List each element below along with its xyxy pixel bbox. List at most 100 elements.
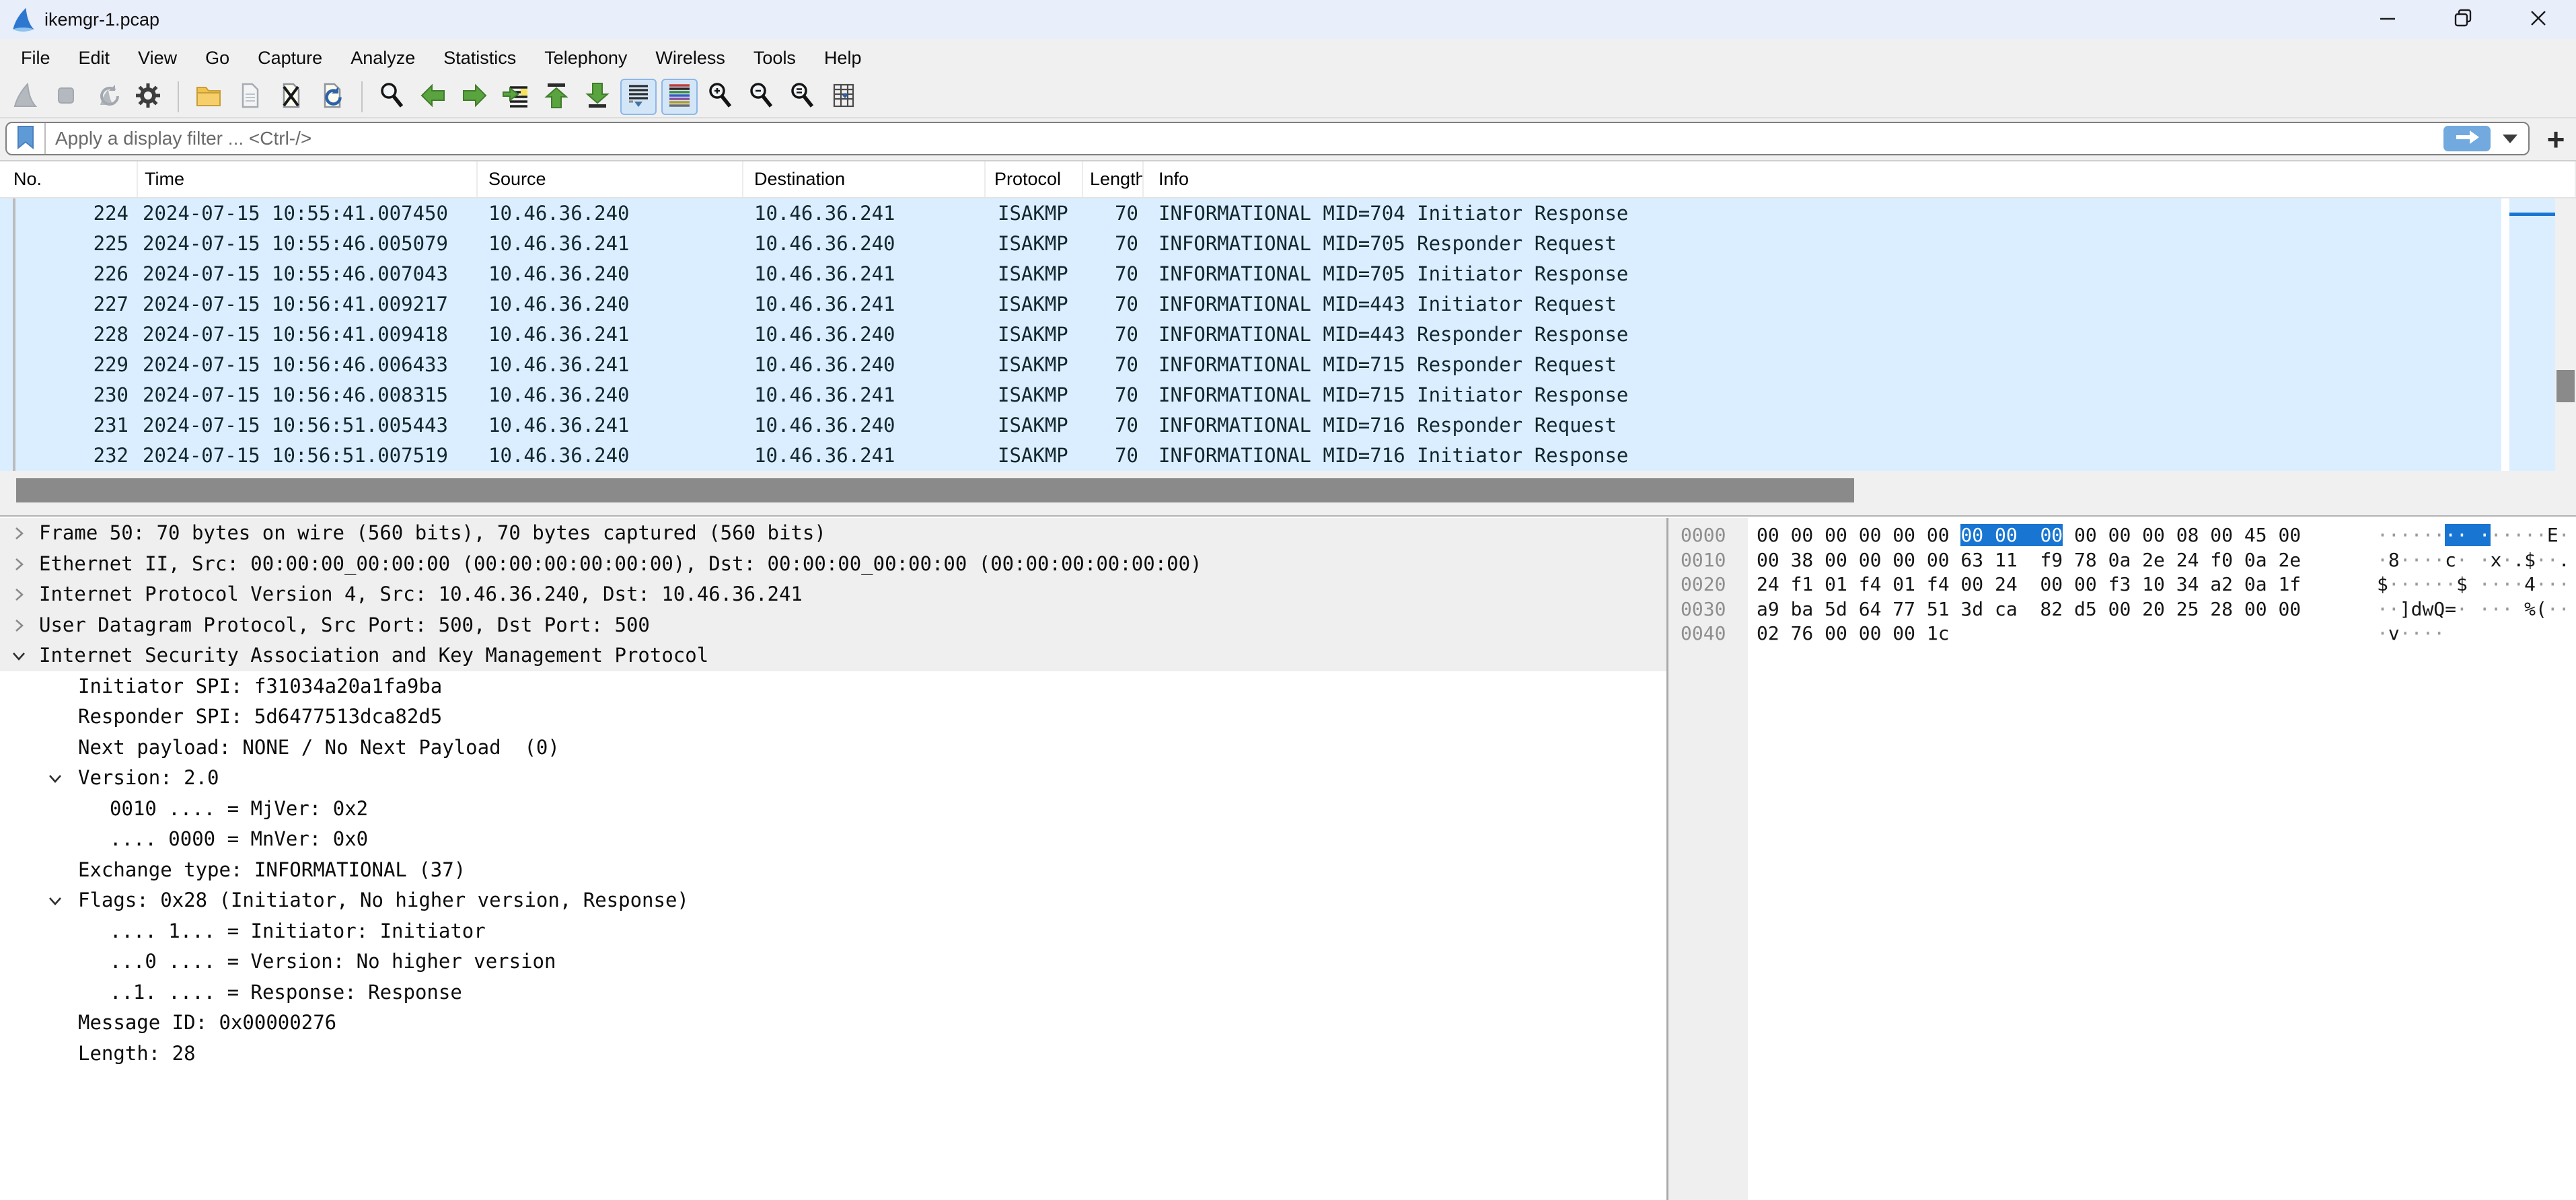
detail-line[interactable]: ...0 .... = Version: No higher version bbox=[0, 946, 1666, 977]
capture-options-button[interactable] bbox=[130, 79, 166, 115]
detail-line[interactable]: Internet Protocol Version 4, Src: 10.46.… bbox=[0, 579, 1666, 610]
vertical-scrollbar-thumb[interactable] bbox=[2556, 370, 2575, 402]
menu-item-wireless[interactable]: Wireless bbox=[641, 39, 739, 77]
filter-dropdown-button[interactable] bbox=[2496, 126, 2524, 151]
file-open-button[interactable] bbox=[190, 79, 227, 115]
column-header-length[interactable]: Length bbox=[1083, 161, 1144, 197]
column-header-time[interactable]: Time bbox=[138, 161, 478, 197]
detail-line[interactable]: Exchange type: INFORMATIONAL (37) bbox=[0, 855, 1666, 886]
column-header-no[interactable]: No. bbox=[0, 161, 138, 197]
detail-line[interactable]: Next payload: NONE / No Next Payload (0) bbox=[0, 733, 1666, 763]
detail-line[interactable]: Initiator SPI: f31034a20a1fa9ba bbox=[0, 671, 1666, 702]
expand-chevron-icon[interactable] bbox=[11, 525, 27, 541]
hex-bytes[interactable]: 24 f1 01 f4 01 f4 00 24 00 00 f3 10 34 a… bbox=[1757, 572, 2301, 597]
resize-columns-button[interactable] bbox=[825, 79, 862, 115]
hex-ascii[interactable]: ·8····c· ·x·.$··. bbox=[2377, 548, 2570, 573]
go-forward-button[interactable] bbox=[456, 79, 492, 115]
colorize-button[interactable] bbox=[661, 79, 698, 115]
zoom-reset-button[interactable] bbox=[784, 79, 821, 115]
go-back-button[interactable] bbox=[415, 79, 451, 115]
detail-line[interactable]: Responder SPI: 5d6477513dca82d5 bbox=[0, 702, 1666, 733]
hex-row[interactable]: 000000 00 00 00 00 00 00 00 00 00 00 00 … bbox=[1668, 523, 2576, 548]
packet-row[interactable]: 2282024-07-15 10:56:41.00941810.46.36.24… bbox=[0, 320, 2501, 350]
go-bottom-button[interactable] bbox=[579, 79, 616, 115]
close-button[interactable] bbox=[2501, 0, 2576, 39]
hex-row[interactable]: 002024 f1 01 f4 01 f4 00 24 00 00 f3 10 … bbox=[1668, 572, 2576, 597]
menu-item-view[interactable]: View bbox=[124, 39, 191, 77]
expand-chevron-icon[interactable] bbox=[11, 587, 27, 603]
menu-item-edit[interactable]: Edit bbox=[65, 39, 124, 77]
filter-bookmark-button[interactable] bbox=[7, 123, 46, 154]
hex-ascii[interactable]: ········ ······E· bbox=[2377, 523, 2570, 548]
hex-ascii[interactable]: ··]dwQ=· ··· %(·· bbox=[2377, 597, 2570, 622]
expand-chevron-icon[interactable] bbox=[11, 617, 27, 634]
capture-restart-button[interactable] bbox=[89, 79, 125, 115]
horizontal-scrollbar-thumb[interactable] bbox=[16, 478, 1854, 502]
menu-item-statistics[interactable]: Statistics bbox=[429, 39, 530, 77]
menu-item-analyze[interactable]: Analyze bbox=[336, 39, 429, 77]
auto-scroll-button[interactable] bbox=[620, 79, 657, 115]
menu-item-help[interactable]: Help bbox=[810, 39, 876, 77]
hex-ascii[interactable]: ·v···· bbox=[2377, 622, 2445, 646]
zoom-out-button[interactable] bbox=[743, 79, 780, 115]
file-reload-button[interactable] bbox=[314, 79, 350, 115]
packet-row[interactable]: 2312024-07-15 10:56:51.00544310.46.36.24… bbox=[0, 410, 2501, 441]
menu-item-tools[interactable]: Tools bbox=[739, 39, 810, 77]
detail-line[interactable]: .... 0000 = MnVer: 0x0 bbox=[0, 824, 1666, 855]
detail-line[interactable]: Length: 28 bbox=[0, 1039, 1666, 1070]
column-header-source[interactable]: Source bbox=[478, 161, 743, 197]
add-filter-button[interactable]: + bbox=[2539, 122, 2573, 156]
maximize-button[interactable] bbox=[2425, 0, 2501, 39]
hex-row[interactable]: 0030a9 ba 5d 64 77 51 3d ca 82 d5 00 20 … bbox=[1668, 597, 2576, 622]
capture-stop-button[interactable] bbox=[48, 79, 84, 115]
detail-line[interactable]: 0010 .... = MjVer: 0x2 bbox=[0, 794, 1666, 825]
column-header-protocol[interactable]: Protocol bbox=[986, 161, 1083, 197]
detail-line[interactable]: Ethernet II, Src: 00:00:00_00:00:00 (00:… bbox=[0, 549, 1666, 580]
menu-item-go[interactable]: Go bbox=[191, 39, 244, 77]
collapse-chevron-icon[interactable] bbox=[11, 648, 27, 664]
column-header-info[interactable]: Info bbox=[1144, 161, 2576, 197]
packet-row[interactable]: 2252024-07-15 10:55:46.00507910.46.36.24… bbox=[0, 229, 2501, 259]
detail-line[interactable]: Flags: 0x28 (Initiator, No higher versio… bbox=[0, 885, 1666, 916]
detail-line[interactable]: Frame 50: 70 bytes on wire (560 bits), 7… bbox=[0, 518, 1666, 549]
detail-line[interactable]: User Datagram Protocol, Src Port: 500, D… bbox=[0, 610, 1666, 641]
packet-row[interactable]: 2322024-07-15 10:56:51.00751910.46.36.24… bbox=[0, 441, 2501, 471]
apply-filter-button[interactable] bbox=[2443, 126, 2491, 151]
minimize-button[interactable] bbox=[2350, 0, 2425, 39]
packet-row[interactable]: 2292024-07-15 10:56:46.00643310.46.36.24… bbox=[0, 350, 2501, 380]
menu-item-telephony[interactable]: Telephony bbox=[530, 39, 641, 77]
hex-bytes[interactable]: a9 ba 5d 64 77 51 3d ca 82 d5 00 20 25 2… bbox=[1757, 597, 2301, 622]
detail-line[interactable]: Version: 2.0 bbox=[0, 763, 1666, 794]
hex-row[interactable]: 004002 76 00 00 00 1c·v···· bbox=[1668, 622, 2576, 646]
menu-item-file[interactable]: File bbox=[7, 39, 65, 77]
packet-row[interactable]: 2262024-07-15 10:55:46.00704310.46.36.24… bbox=[0, 259, 2501, 289]
menu-item-capture[interactable]: Capture bbox=[244, 39, 336, 77]
file-save-button[interactable] bbox=[231, 79, 268, 115]
zoom-in-button[interactable] bbox=[702, 79, 739, 115]
detail-line[interactable]: .... 1... = Initiator: Initiator bbox=[0, 916, 1666, 947]
collapse-chevron-icon[interactable] bbox=[47, 893, 63, 909]
packet-row[interactable]: 2272024-07-15 10:56:41.00921710.46.36.24… bbox=[0, 289, 2501, 320]
go-to-packet-button[interactable] bbox=[497, 79, 533, 115]
hex-bytes[interactable]: 02 76 00 00 00 1c bbox=[1757, 622, 1950, 646]
expand-chevron-icon[interactable] bbox=[11, 556, 27, 572]
find-packet-button[interactable] bbox=[374, 79, 410, 115]
hex-bytes[interactable]: 00 00 00 00 00 00 00 00 00 00 00 00 08 0… bbox=[1757, 523, 2301, 548]
detail-line[interactable]: ..1. .... = Response: Response bbox=[0, 977, 1666, 1008]
packet-row[interactable]: 2242024-07-15 10:55:41.00745010.46.36.24… bbox=[0, 198, 2501, 229]
packet-row[interactable]: 2302024-07-15 10:56:46.00831510.46.36.24… bbox=[0, 380, 2501, 410]
packet-list-horizontal-scrollbar[interactable] bbox=[0, 471, 2576, 517]
packet-list-vertical-scrollbar[interactable] bbox=[2555, 198, 2576, 471]
collapse-chevron-icon[interactable] bbox=[47, 770, 63, 786]
hex-row[interactable]: 001000 38 00 00 00 00 63 11 f9 78 0a 2e … bbox=[1668, 548, 2576, 573]
hex-bytes[interactable]: 00 38 00 00 00 00 63 11 f9 78 0a 2e 24 f… bbox=[1757, 548, 2301, 573]
hex-ascii[interactable]: $······$ ····4··· bbox=[2377, 572, 2570, 597]
display-filter-field[interactable] bbox=[5, 122, 2530, 155]
capture-start-button[interactable] bbox=[7, 79, 43, 115]
display-filter-input[interactable] bbox=[46, 127, 2443, 150]
column-header-destination[interactable]: Destination bbox=[743, 161, 986, 197]
packet-list-minimap[interactable] bbox=[2505, 198, 2555, 471]
file-close-button[interactable] bbox=[272, 79, 309, 115]
detail-line[interactable]: Internet Security Association and Key Ma… bbox=[0, 640, 1666, 671]
detail-line[interactable]: Message ID: 0x00000276 bbox=[0, 1008, 1666, 1039]
